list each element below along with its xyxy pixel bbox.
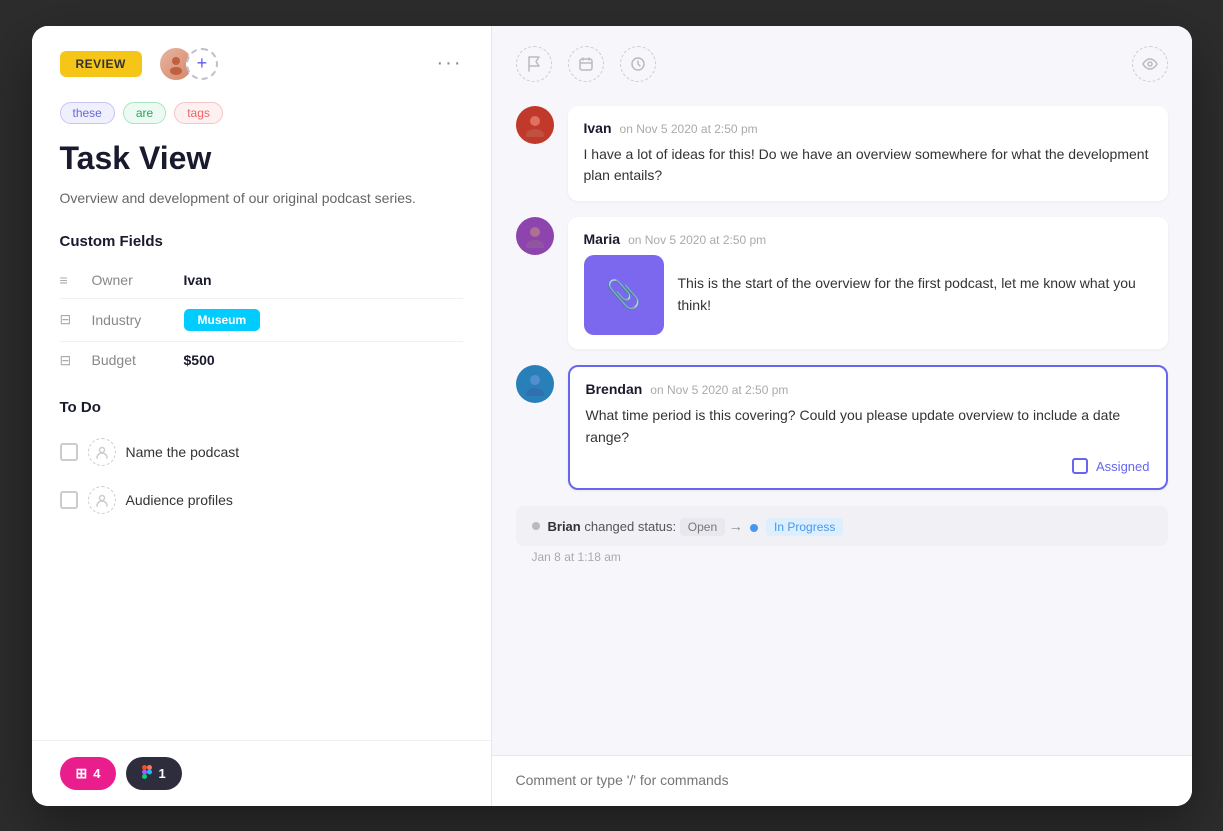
notion-count: 4 (93, 766, 100, 781)
left-footer: ⊞ 4 1 (32, 740, 491, 806)
right-panel: Ivan on Nov 5 2020 at 2:50 pm I have a l… (492, 26, 1192, 806)
custom-fields-title: Custom Fields (32, 229, 491, 262)
industry-value[interactable]: Museum (184, 309, 261, 331)
status-to: In Progress (766, 518, 843, 536)
assigned-label: Assigned (1096, 459, 1149, 474)
budget-value: $500 (184, 352, 215, 368)
todo-checkbox-1[interactable] (60, 443, 78, 461)
status-time: Jan 8 at 1:18 am (532, 550, 1168, 564)
task-description: Overview and development of our original… (32, 187, 491, 229)
tag-these[interactable]: these (60, 102, 115, 124)
industry-label: Industry (92, 312, 172, 328)
comment-time-brendan: on Nov 5 2020 at 2:50 pm (650, 383, 788, 397)
comment-content-maria: 📎 This is the start of the overview for … (584, 255, 1152, 335)
comment-input-area (492, 755, 1192, 806)
field-owner: ≡ Owner Ivan (60, 262, 463, 299)
notion-icon: ⊞ (76, 765, 88, 782)
comment-maria: Maria on Nov 5 2020 at 2:50 pm 📎 This is… (516, 217, 1168, 349)
comments-area: Ivan on Nov 5 2020 at 2:50 pm I have a l… (492, 98, 1192, 755)
task-title: Task View (32, 136, 491, 187)
comment-footer-brendan: Assigned (586, 458, 1150, 474)
todo-text-1: Name the podcast (126, 444, 240, 460)
status-change-text: Brian changed status: Open → In Progress (548, 518, 844, 534)
comment-body-brendan: Brendan on Nov 5 2020 at 2:50 pm What ti… (568, 365, 1168, 490)
budget-icon: ⊟ (60, 352, 80, 369)
comment-header-ivan: Ivan on Nov 5 2020 at 2:50 pm (584, 120, 1152, 136)
todo-item-1: Name the podcast (60, 428, 463, 476)
comment-ivan: Ivan on Nov 5 2020 at 2:50 pm I have a l… (516, 106, 1168, 201)
status-author: Brian (548, 519, 581, 534)
comment-body-ivan: Ivan on Nov 5 2020 at 2:50 pm I have a l… (568, 106, 1168, 201)
industry-icon: ⊟ (60, 311, 80, 328)
comment-text-maria: This is the start of the overview for th… (678, 273, 1152, 316)
todo-avatar-icon-1 (88, 438, 116, 466)
comment-time-ivan: on Nov 5 2020 at 2:50 pm (620, 122, 758, 136)
tag-are[interactable]: are (123, 102, 166, 124)
status-arrow: → (729, 518, 743, 534)
left-panel: REVIEW + ··· these are tags Task View (32, 26, 492, 806)
clock-icon[interactable] (620, 46, 656, 82)
figma-badge[interactable]: 1 (126, 757, 181, 790)
calendar-icon[interactable] (568, 46, 604, 82)
comment-body-maria: Maria on Nov 5 2020 at 2:50 pm 📎 This is… (568, 217, 1168, 349)
todo-item-2: Audience profiles (60, 476, 463, 524)
more-menu-button[interactable]: ··· (437, 52, 463, 75)
comment-brendan: Brendan on Nov 5 2020 at 2:50 pm What ti… (516, 365, 1168, 490)
todo-section: Name the podcast Audience profiles (32, 428, 491, 740)
add-assignee-button[interactable]: + (186, 48, 218, 80)
flag-icon[interactable] (516, 46, 552, 82)
figma-icon (142, 765, 152, 782)
status-from: Open (680, 518, 725, 536)
avatar-maria (516, 217, 554, 255)
comment-text-brendan: What time period is this covering? Could… (586, 405, 1150, 448)
avatar-group: + (158, 46, 218, 82)
avatar-ivan (516, 106, 554, 144)
todo-avatar-icon-2 (88, 486, 116, 514)
status-dot-left (532, 522, 540, 530)
attachment-thumb[interactable]: 📎 (584, 255, 664, 335)
todo-section-title: To Do (32, 395, 491, 428)
comment-header-brendan: Brendan on Nov 5 2020 at 2:50 pm (586, 381, 1150, 397)
comment-input[interactable] (516, 772, 1168, 788)
figma-count: 1 (158, 766, 165, 781)
status-action: changed status: (584, 519, 676, 534)
avatar-brendan (516, 365, 554, 403)
comment-time-maria: on Nov 5 2020 at 2:50 pm (628, 233, 766, 247)
comment-author-maria: Maria (584, 231, 621, 247)
custom-fields: ≡ Owner Ivan ⊟ Industry Museum ⊟ Budget … (32, 262, 491, 379)
field-budget: ⊟ Budget $500 (60, 342, 463, 379)
todo-checkbox-2[interactable] (60, 491, 78, 509)
assigned-checkbox[interactable] (1072, 458, 1088, 474)
tags-row: these are tags (32, 98, 491, 136)
comment-author-brendan: Brendan (586, 381, 643, 397)
review-badge: REVIEW (60, 51, 142, 77)
budget-label: Budget (92, 352, 172, 368)
comment-text-ivan: I have a lot of ideas for this! Do we ha… (584, 144, 1152, 187)
comment-author-ivan: Ivan (584, 120, 612, 136)
owner-label: Owner (92, 272, 172, 288)
owner-value: Ivan (184, 272, 212, 288)
field-industry: ⊟ Industry Museum (60, 299, 463, 342)
app-container: REVIEW + ··· these are tags Task View (32, 26, 1192, 806)
left-header: REVIEW + ··· (32, 26, 491, 98)
right-toolbar (492, 26, 1192, 98)
comment-header-maria: Maria on Nov 5 2020 at 2:50 pm (584, 231, 1152, 247)
notion-badge[interactable]: ⊞ 4 (60, 757, 117, 790)
status-dot-right (750, 524, 758, 532)
status-change: Brian changed status: Open → In Progress (516, 506, 1168, 546)
todo-text-2: Audience profiles (126, 492, 233, 508)
status-change-container: Brian changed status: Open → In Progress… (516, 506, 1168, 564)
tag-tags[interactable]: tags (174, 102, 223, 124)
eye-icon[interactable] (1132, 46, 1168, 82)
owner-icon: ≡ (60, 272, 80, 288)
